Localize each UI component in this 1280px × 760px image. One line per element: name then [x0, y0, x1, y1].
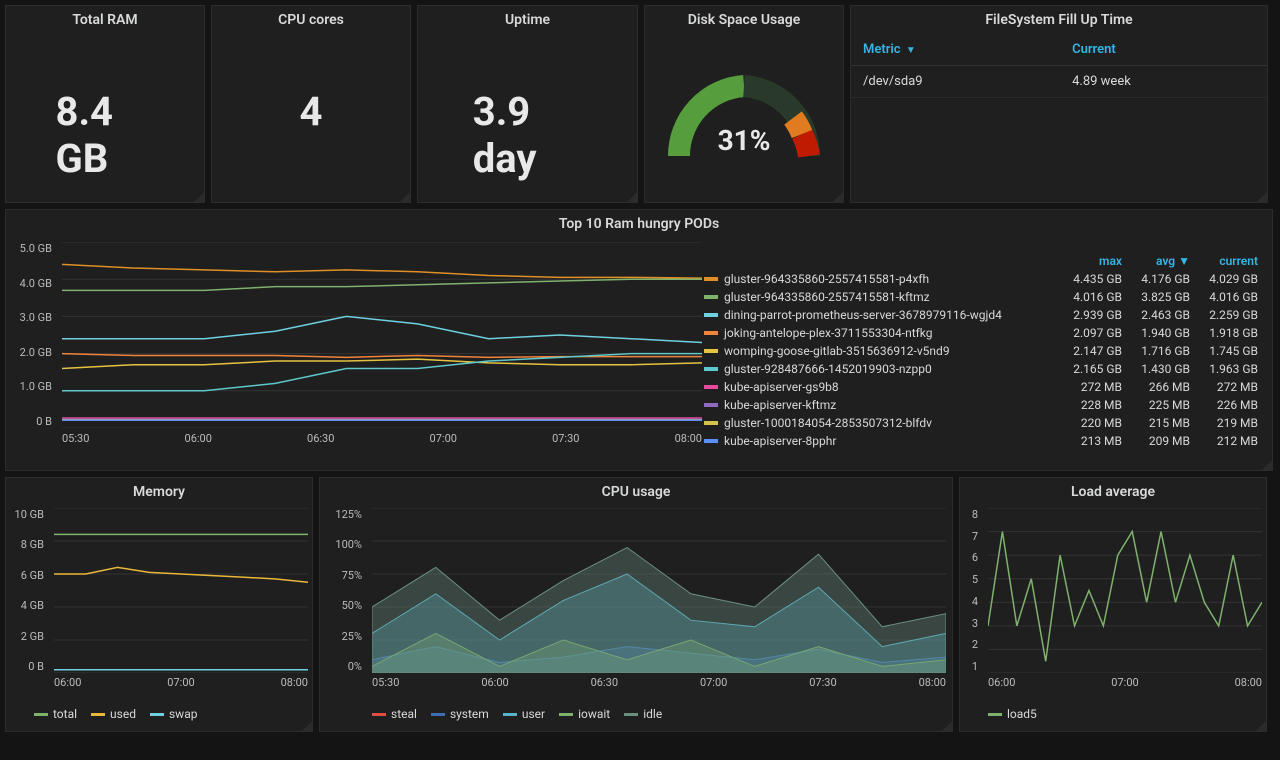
legend-item[interactable]: steal [372, 707, 417, 721]
stat-value: 8.4 GB [56, 88, 155, 182]
legend-item[interactable]: iowait [559, 707, 610, 721]
col-metric[interactable]: Metric ▼ [851, 34, 1060, 66]
resize-handle-icon[interactable] [1262, 460, 1272, 470]
stat-disk-usage[interactable]: Disk Space Usage 31% [644, 5, 844, 203]
panel-title: Top 10 Ram hungry PODs [6, 210, 1272, 232]
gauge-value: 31% [718, 124, 771, 157]
stat-title: Disk Space Usage [688, 6, 801, 28]
resize-handle-icon[interactable] [194, 192, 204, 202]
legend-row[interactable]: joking-antelope-plex-3711553304-ntfkg2.0… [704, 324, 1264, 342]
stat-cpu-cores[interactable]: CPU cores 4 [211, 5, 411, 203]
legend-item[interactable]: used [91, 707, 136, 721]
resize-handle-icon[interactable] [1256, 721, 1266, 731]
legend-item[interactable]: user [503, 707, 545, 721]
panel-cpu-usage[interactable]: CPU usage 0%25%50%75%100%125% 05:3006:00… [319, 477, 953, 732]
legend-row[interactable]: gluster-1000184054-2853507312-blfdv220 M… [704, 414, 1264, 432]
legend-item[interactable]: idle [624, 707, 662, 721]
fillup-table: Metric ▼ Current /dev/sda94.89 week [851, 34, 1267, 98]
legend-row[interactable]: gluster-964335860-2557415581-kftmz4.016 … [704, 288, 1264, 306]
stat-title: Uptime [505, 6, 550, 28]
legend-row[interactable]: gluster-928487666-1452019903-nzpp02.165 … [704, 360, 1264, 378]
stat-title: CPU cores [278, 6, 344, 28]
resize-handle-icon[interactable] [1257, 192, 1267, 202]
legend-item[interactable]: system [431, 707, 489, 721]
stat-value: 4 [300, 88, 323, 135]
resize-handle-icon[interactable] [833, 192, 843, 202]
legend-row[interactable]: dining-parrot-prometheus-server-36789791… [704, 306, 1264, 324]
resize-handle-icon[interactable] [627, 192, 637, 202]
sort-desc-icon: ▼ [1178, 254, 1190, 268]
stat-uptime[interactable]: Uptime 3.9 day [417, 5, 638, 203]
stat-title: Total RAM [72, 6, 137, 28]
legend-row[interactable]: womping-goose-gitlab-3515636912-v5nd92.1… [704, 342, 1264, 360]
panel-load-avg[interactable]: Load average 12345678 06:0007:0008:00 lo… [959, 477, 1267, 732]
table-row[interactable]: /dev/sda94.89 week [851, 66, 1267, 98]
legend-row[interactable]: kube-apiserver-kftmz228 MB225 MB226 MB [704, 396, 1264, 414]
legend-row[interactable]: kube-apiserver-8pphr213 MB209 MB212 MB [704, 432, 1264, 450]
panel-title: Memory [6, 478, 312, 500]
resize-handle-icon[interactable] [942, 721, 952, 731]
legend-item[interactable]: load5 [988, 707, 1037, 721]
panel-fillup-time[interactable]: FileSystem Fill Up Time Metric ▼ Current… [850, 5, 1268, 203]
legend-item[interactable]: total [34, 707, 77, 721]
panel-title: Load average [960, 478, 1266, 500]
legend-row[interactable]: gluster-964335860-2557415581-p4xfh4.435 … [704, 270, 1264, 288]
resize-handle-icon[interactable] [400, 192, 410, 202]
stat-total-ram[interactable]: Total RAM 8.4 GB [5, 5, 205, 203]
col-current[interactable]: Current [1060, 34, 1267, 66]
panel-title: FileSystem Fill Up Time [851, 6, 1267, 28]
pods-legend: max avg ▼ current gluster-964335860-2557… [704, 254, 1264, 450]
panel-memory[interactable]: Memory 0 B2 GB4 GB6 GB8 GB10 GB 06:0007:… [5, 477, 313, 732]
resize-handle-icon[interactable] [302, 721, 312, 731]
stat-value: 3.9 day [473, 88, 583, 182]
panel-top-pods[interactable]: Top 10 Ram hungry PODs 0 B1.0 GB2.0 GB3.… [5, 209, 1273, 471]
sort-desc-icon: ▼ [906, 45, 916, 56]
legend-row[interactable]: kube-apiserver-gs9b8272 MB266 MB272 MB [704, 378, 1264, 396]
panel-title: CPU usage [320, 478, 952, 500]
legend-item[interactable]: swap [150, 707, 197, 721]
